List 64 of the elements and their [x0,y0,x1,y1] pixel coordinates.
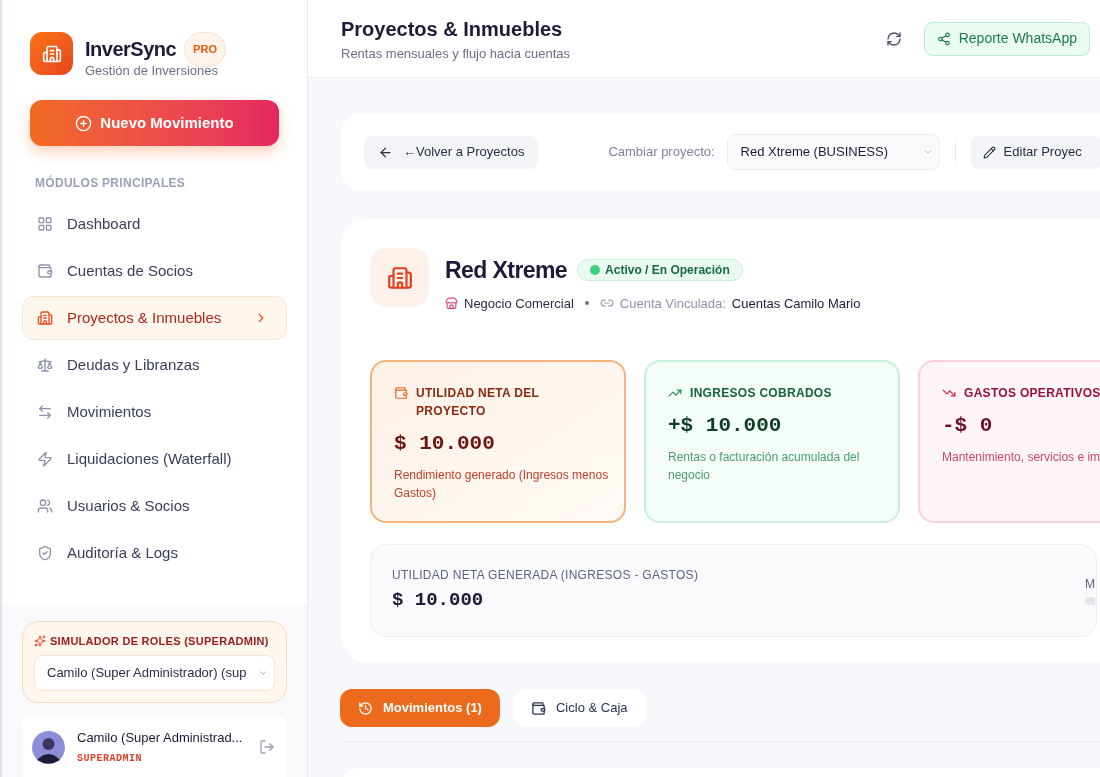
new-movement-button[interactable]: Nuevo Movimiento [30,100,279,146]
wallet-icon [394,386,408,400]
project-name: Red Xtreme [445,256,568,285]
project-select[interactable]: Red Xtreme (BUSINESS) [726,134,940,170]
section-label: MÓDULOS PRINCIPALES [34,174,187,192]
stat-label: INGRESOS COBRADOS [690,385,832,402]
store-icon [445,296,458,310]
chevron-icon [258,668,268,678]
stat-note: Mantenimiento, servicios e im [942,448,1100,466]
stat-note: Rendimiento generado (Ingresos menos Gastos) [394,466,610,502]
nav-item[interactable]: Auditoría & Logs [22,531,287,575]
user-name: Camilo (Super Administrad... [77,728,244,747]
summary-value: $ 10.000 [392,588,485,614]
share-icon [936,31,951,46]
chevron-icon [922,147,933,157]
role-simulator-title: SIMULADOR DE ROLES (SUPERADMIN) [50,633,269,649]
grid-icon [37,216,53,232]
role-select[interactable]: Camilo (Super Administrador) (sup [34,655,275,691]
shield-icon [37,545,53,561]
nav-item[interactable]: Usuarios & Socios [22,484,287,528]
linked-label: Cuenta Vinculada: [619,294,726,313]
stat-value: -$ 0 [942,413,994,439]
stat-note: Rentas o facturación acumulada del negocio [668,448,861,484]
user-role: SUPERADMIN [77,752,143,767]
page-title: Proyectos & Inmuebles [341,16,564,42]
tab[interactable]: Ciclo & Caja [512,689,646,727]
plus-icon [75,114,93,132]
sparkle-icon [34,634,46,647]
report-button[interactable]: Reporte WhatsApp [923,21,1090,56]
linked-account: Cuentas Camilo Mario [731,294,861,313]
stat-label: UTILIDAD NETA DEL PROYECTO [416,385,540,420]
summary-column-label: M [1085,576,1096,593]
brand-name: InverSync [85,37,177,63]
stat-value: +$ 10.000 [668,413,783,439]
pro-badge: PRO [184,32,226,67]
arrows-icon [37,404,53,420]
wallet-icon [530,700,546,716]
stat-value: $ 10.000 [394,431,496,457]
building-icon [37,310,53,326]
nav-item[interactable]: Liquidaciones (Waterfall) [22,437,287,481]
nav-item[interactable]: Deudas y Libranzas [22,343,287,387]
users-icon [37,498,53,514]
avatar-icon [32,730,65,764]
page-subtitle: Rentas mensuales y flujo hacia cuentas [341,44,572,63]
nav-item[interactable]: Cuentas de Socios [22,249,287,293]
nav-item[interactable]: Proyectos & Inmuebles [22,296,287,340]
project-icon [370,248,429,307]
pencil-icon [982,145,996,159]
stat-label: GASTOS OPERATIVOS [964,385,1100,402]
history-icon [358,700,373,716]
switch-label: Cambiar proyecto: [608,143,715,162]
edit-button[interactable]: Editar Proyec [970,135,1100,169]
nav-item[interactable]: Dashboard [22,202,287,246]
back-button[interactable]: ←Volver a Proyectos [364,135,539,169]
lightning-icon [37,451,53,467]
nav-item[interactable]: Movimientos [22,390,287,434]
wallet-icon [37,263,53,279]
logout-icon[interactable] [259,739,275,755]
status-badge: Activo / En Operación [577,259,743,282]
project-type: Negocio Comercial [464,294,574,313]
scale-icon [37,357,53,373]
logo-icon [30,32,73,75]
summary-label: UTILIDAD NETA GENERADA (INGRESOS - GASTOS) [392,567,700,585]
refresh-icon[interactable] [885,30,902,47]
